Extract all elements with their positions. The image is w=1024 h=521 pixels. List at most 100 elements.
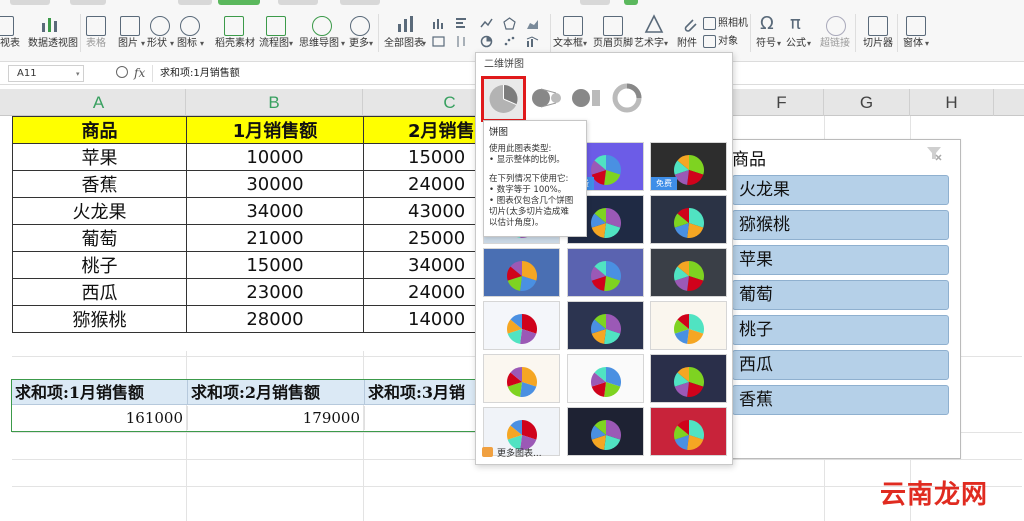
- column-header-b[interactable]: B: [186, 89, 363, 116]
- pie-of-pie-icon[interactable]: [530, 81, 564, 115]
- radar-chart-icon[interactable]: [503, 17, 516, 30]
- ribbon-tab[interactable]: [10, 0, 50, 5]
- table-cell[interactable]: 30000: [186, 170, 364, 198]
- line-chart-icon[interactable]: [480, 17, 493, 30]
- column-chart-icon[interactable]: [432, 17, 445, 30]
- formula-input[interactable]: 求和项:1月销售额: [152, 65, 482, 82]
- tool-label: 符号: [756, 38, 776, 49]
- ribbon-tab[interactable]: [278, 0, 318, 5]
- column-header-g[interactable]: G: [824, 89, 910, 116]
- chart-template[interactable]: [650, 301, 727, 350]
- tool-label: 超链接: [820, 38, 850, 49]
- slicer-panel[interactable]: 商品 火龙果猕猴桃苹果葡萄桃子西瓜香蕉: [722, 139, 961, 459]
- slicer-item[interactable]: 苹果: [732, 245, 949, 275]
- tool-label: 视表: [0, 38, 20, 49]
- tool-label: 文本框: [553, 38, 583, 49]
- pivot-table[interactable]: 求和项:1月销售额 求和项:2月销售额 求和项:3月销 161000 17900…: [11, 379, 476, 432]
- all-charts-icon: [396, 14, 416, 34]
- column-header-f[interactable]: F: [740, 89, 824, 116]
- name-box[interactable]: A11: [8, 65, 84, 82]
- fx-label[interactable]: fx: [134, 66, 145, 80]
- table-cell[interactable]: 23000: [186, 278, 364, 306]
- zoom-icon[interactable]: [116, 66, 128, 78]
- chart-template[interactable]: [483, 301, 560, 350]
- pivot-header-cell[interactable]: 求和项:2月销售额: [188, 380, 365, 405]
- pivot-header-cell[interactable]: 求和项:3月销: [365, 380, 476, 405]
- bar-chart-icon[interactable]: [455, 17, 468, 30]
- pivot-header-cell[interactable]: 求和项:1月销售额: [12, 380, 188, 405]
- chevron-down-icon: ▾: [341, 39, 346, 48]
- chart-template[interactable]: [650, 195, 727, 244]
- scatter-chart-icon[interactable]: [503, 35, 516, 48]
- table-cell[interactable]: 香蕉: [12, 170, 187, 198]
- chart-template[interactable]: [567, 354, 644, 403]
- table-cell[interactable]: 火龙果: [12, 197, 187, 225]
- tooltip-line: 以估计角度)。: [489, 218, 544, 228]
- pie-2d-button[interactable]: [481, 76, 526, 122]
- more-charts-label: 更多图表...: [497, 449, 542, 459]
- pivot-value-cell[interactable]: [365, 406, 476, 430]
- header-cell[interactable]: 1月销售额: [186, 116, 364, 144]
- chart-template[interactable]: [650, 248, 727, 297]
- stock-chart-icon[interactable]: [455, 35, 468, 48]
- doughnut-icon[interactable]: [610, 81, 644, 115]
- slicer-item[interactable]: 香蕉: [732, 385, 949, 415]
- chart-template[interactable]: [483, 354, 560, 403]
- header-footer-icon: [603, 16, 623, 36]
- column-header-h[interactable]: H: [910, 89, 994, 116]
- object-icon: [703, 35, 716, 48]
- column-header-a[interactable]: A: [12, 89, 186, 116]
- slicer-item[interactable]: 葡萄: [732, 280, 949, 310]
- more-charts-link[interactable]: 更多图表...: [482, 446, 542, 462]
- chevron-down-icon: ▾: [583, 39, 588, 48]
- table-cell[interactable]: 28000: [186, 305, 364, 333]
- table-cell[interactable]: 21000: [186, 224, 364, 252]
- chart-template[interactable]: [483, 248, 560, 297]
- slicer-item[interactable]: 猕猴桃: [732, 210, 949, 240]
- ribbon-tab[interactable]: [70, 0, 106, 5]
- ribbon-tab-strip: [0, 0, 1024, 6]
- table-cell[interactable]: 34000: [186, 197, 364, 225]
- table-cell[interactable]: 猕猴桃: [12, 305, 187, 333]
- combo-chart-icon[interactable]: [526, 35, 539, 48]
- slicer-title: 商品: [732, 150, 766, 170]
- tool-label: 图片: [118, 38, 138, 49]
- tooltip-line: • 图表仅包含几个饼图: [489, 196, 574, 206]
- gridline: [12, 486, 1022, 487]
- area-chart-icon[interactable]: [526, 17, 539, 30]
- slicer-item[interactable]: 桃子: [732, 315, 949, 345]
- pivot-value-cell[interactable]: 179000: [188, 406, 365, 430]
- chevron-down-icon[interactable]: ▾: [76, 70, 80, 78]
- ribbon-tab[interactable]: [580, 0, 610, 5]
- table-cell[interactable]: 葡萄: [12, 224, 187, 252]
- pie-chart-dropdown[interactable]: 二维饼图 免费免费 饼图 使用此图表类型: • 显示整体的比例。 在下列情况下使…: [475, 52, 733, 465]
- ribbon-separator: [550, 14, 551, 52]
- bar-of-pie-icon[interactable]: [570, 81, 604, 115]
- map-chart-icon[interactable]: [432, 35, 445, 48]
- chart-template[interactable]: [567, 301, 644, 350]
- chart-template[interactable]: 免费: [650, 142, 727, 191]
- pie-chart-icon[interactable]: [480, 35, 493, 48]
- chart-template[interactable]: [567, 248, 644, 297]
- tool-label: 公式: [786, 38, 806, 49]
- clear-filter-icon[interactable]: [926, 146, 942, 161]
- gridline: [363, 351, 364, 521]
- ribbon-tab-insert[interactable]: [218, 0, 260, 5]
- chart-template[interactable]: [567, 407, 644, 456]
- ribbon-tab[interactable]: [340, 0, 380, 5]
- table-cell[interactable]: 10000: [186, 143, 364, 171]
- ribbon-separator: [80, 14, 81, 52]
- table-cell[interactable]: 苹果: [12, 143, 187, 171]
- slicer-icon: [868, 16, 888, 36]
- ribbon-tab[interactable]: [624, 0, 638, 5]
- pivot-value-cell[interactable]: 161000: [12, 406, 188, 430]
- table-cell[interactable]: 15000: [186, 251, 364, 279]
- slicer-item[interactable]: 西瓜: [732, 350, 949, 380]
- chart-template[interactable]: [650, 407, 727, 456]
- chart-template[interactable]: [650, 354, 727, 403]
- slicer-item[interactable]: 火龙果: [732, 175, 949, 205]
- ribbon-tab[interactable]: [178, 0, 212, 5]
- table-cell[interactable]: 西瓜: [12, 278, 187, 306]
- table-cell[interactable]: 桃子: [12, 251, 187, 279]
- header-cell[interactable]: 商品: [12, 116, 187, 144]
